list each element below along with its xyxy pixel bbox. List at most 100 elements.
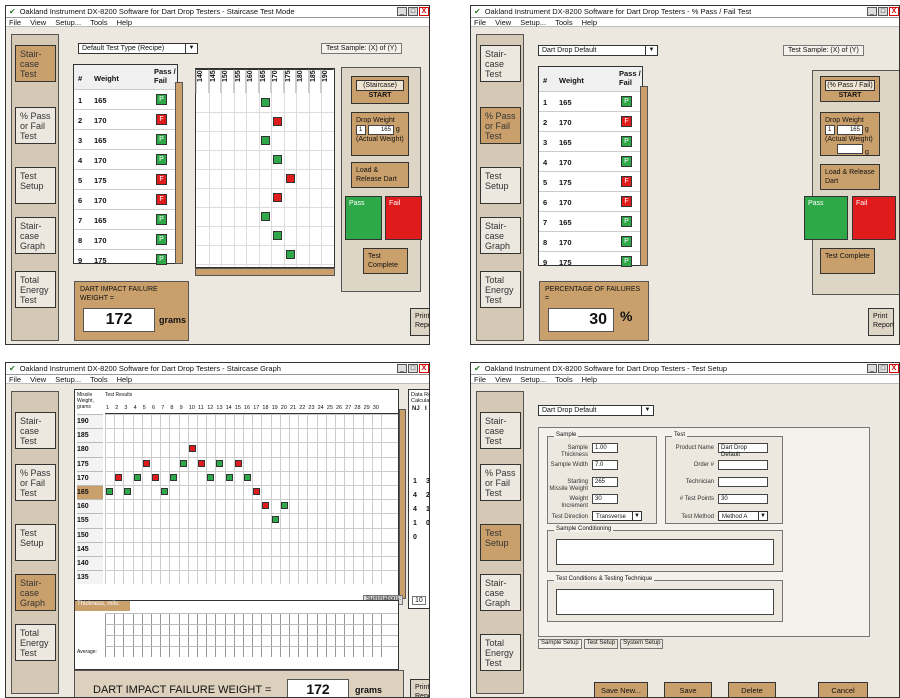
recipe-select[interactable]: Dart Drop Default ▼ <box>538 45 658 56</box>
save-new-button[interactable]: Save New... <box>594 682 648 697</box>
drop-weight-field[interactable]: 165 <box>836 125 863 135</box>
menu-file[interactable]: File <box>9 18 21 27</box>
sample-conditioning-field[interactable] <box>556 539 774 565</box>
minimize-button[interactable]: _ <box>397 7 407 16</box>
recipe-select[interactable]: Default Test Type (Recipe) ▼ <box>78 43 198 54</box>
nav-staircase-test[interactable]: Stair-case Test <box>480 45 521 82</box>
scrollbar[interactable] <box>640 86 648 266</box>
nav-staircase-test[interactable]: Stair-case Test <box>15 45 56 82</box>
maximize-button[interactable]: □ <box>878 364 888 373</box>
drop-weight-field[interactable]: 165 <box>367 125 394 135</box>
cancel-button[interactable]: Cancel <box>818 682 868 697</box>
field-input[interactable]: Dart Drop Default <box>718 443 768 458</box>
fail-button[interactable]: Fail <box>385 196 422 240</box>
field-input[interactable]: 265 <box>592 477 618 487</box>
nav-staircase-graph[interactable]: Stair-case Graph <box>15 574 56 611</box>
menu-setup[interactable]: Setup... <box>520 375 546 384</box>
nav-staircase-graph[interactable]: Stair-case Graph <box>15 217 56 254</box>
field-input[interactable] <box>718 460 768 470</box>
field-input[interactable]: 30 <box>718 494 768 504</box>
menu-view[interactable]: View <box>30 375 46 384</box>
close-button[interactable]: X <box>889 7 899 16</box>
test-setup-window: ✔ Oakland Instrument DX-8200 Software for… <box>470 362 900 698</box>
grid-line <box>298 414 300 585</box>
menu-view[interactable]: View <box>30 18 46 27</box>
menu-help[interactable]: Help <box>117 18 132 27</box>
graph-vscrollbar[interactable] <box>399 409 406 599</box>
graph-hscrollbar[interactable] <box>195 268 335 276</box>
maximize-button[interactable]: □ <box>408 364 418 373</box>
nav-staircase-graph[interactable]: Stair-case Graph <box>480 574 521 611</box>
drop-index-field[interactable]: 1 <box>825 125 835 135</box>
nav-test-setup[interactable]: Test Setup <box>15 167 56 204</box>
menu-file[interactable]: File <box>474 18 486 27</box>
nav-pass-fail-test[interactable]: % Pass or Fail Test <box>15 107 56 144</box>
menu-tools[interactable]: Tools <box>555 18 573 27</box>
nav-pass-fail-test[interactable]: % Pass or Fail Test <box>480 464 521 501</box>
field-input[interactable]: 1.00 <box>592 443 618 453</box>
print-report-button[interactable]: Print Report <box>410 679 429 697</box>
menu-tools[interactable]: Tools <box>555 375 573 384</box>
tab-system-setup[interactable]: System Setup <box>620 639 664 649</box>
row-weight: 170 <box>94 116 107 125</box>
maximize-button[interactable]: □ <box>408 7 418 16</box>
menu-help[interactable]: Help <box>117 375 132 384</box>
drop-index-field[interactable]: 1 <box>356 125 366 135</box>
print-report-button[interactable]: Print Report <box>868 308 894 336</box>
close-button[interactable]: X <box>419 7 429 16</box>
delete-button[interactable]: Delete <box>728 682 776 697</box>
menu-file[interactable]: File <box>9 375 21 384</box>
nav-staircase-graph[interactable]: Stair-case Graph <box>480 217 521 254</box>
recipe-select[interactable]: Dart Drop Default ▼ <box>538 405 654 416</box>
test-method-select[interactable]: Method A ▼ <box>718 511 768 521</box>
pass-button[interactable]: Pass <box>345 196 382 240</box>
pass-button[interactable]: Pass <box>804 196 848 240</box>
minimize-button[interactable]: _ <box>397 364 407 373</box>
sample-conditioning-group: Sample Conditioning <box>547 526 783 572</box>
test-direction-select[interactable]: Transverse ▼ <box>592 511 642 521</box>
menu-view[interactable]: View <box>495 375 511 384</box>
close-button[interactable]: X <box>419 364 429 373</box>
test-complete-button[interactable]: Test Complete <box>363 248 408 274</box>
menu-setup[interactable]: Setup... <box>55 18 81 27</box>
start-button[interactable]: (Staircase) START <box>351 76 409 104</box>
load-release-button[interactable]: Load & Release Dart <box>820 164 880 190</box>
scrollbar[interactable] <box>175 82 183 264</box>
nav-total-energy-test[interactable]: Total Energy Test <box>480 271 521 308</box>
test-complete-button[interactable]: Test Complete <box>820 248 875 274</box>
nav-pass-fail-test[interactable]: % Pass or Fail Test <box>15 464 56 501</box>
menu-help[interactable]: Help <box>582 375 597 384</box>
nav-staircase-test[interactable]: Stair-case Test <box>480 412 521 449</box>
actual-weight-field[interactable] <box>837 144 863 154</box>
print-report-button[interactable]: Print Report <box>410 308 429 336</box>
menu-setup[interactable]: Setup... <box>55 375 81 384</box>
field-input[interactable]: 7.0 <box>592 460 618 470</box>
nav-pass-fail-test[interactable]: % Pass or Fail Test <box>480 107 521 144</box>
nav-test-setup[interactable]: Test Setup <box>15 524 56 561</box>
save-button[interactable]: Save <box>664 682 712 697</box>
nav-total-energy-test[interactable]: Total Energy Test <box>480 634 521 671</box>
menu-help[interactable]: Help <box>582 18 597 27</box>
field-input[interactable] <box>718 477 768 487</box>
menu-tools[interactable]: Tools <box>90 18 108 27</box>
maximize-button[interactable]: □ <box>878 7 888 16</box>
menu-view[interactable]: View <box>495 18 511 27</box>
tab-sample-setup[interactable]: Sample Setup <box>538 639 582 649</box>
nav-test-setup[interactable]: Test Setup <box>480 167 521 204</box>
nav-total-energy-test[interactable]: Total Energy Test <box>15 624 56 661</box>
menu-file[interactable]: File <box>474 375 486 384</box>
fail-button[interactable]: Fail <box>852 196 896 240</box>
close-button[interactable]: X <box>889 364 899 373</box>
minimize-button[interactable]: _ <box>867 364 877 373</box>
minimize-button[interactable]: _ <box>867 7 877 16</box>
load-release-button[interactable]: Load & Release Dart <box>351 162 409 188</box>
nav-staircase-test[interactable]: Stair-case Test <box>15 412 56 449</box>
nav-test-setup[interactable]: Test Setup <box>480 524 521 561</box>
field-input[interactable]: 30 <box>592 494 618 504</box>
tab-test-setup[interactable]: Test Setup <box>583 639 619 649</box>
menu-setup[interactable]: Setup... <box>520 18 546 27</box>
test-conditions-field[interactable] <box>556 589 774 615</box>
nav-total-energy-test[interactable]: Total Energy Test <box>15 271 56 308</box>
menu-tools[interactable]: Tools <box>90 375 108 384</box>
start-button[interactable]: (% Pass / Fail) START <box>820 76 880 102</box>
